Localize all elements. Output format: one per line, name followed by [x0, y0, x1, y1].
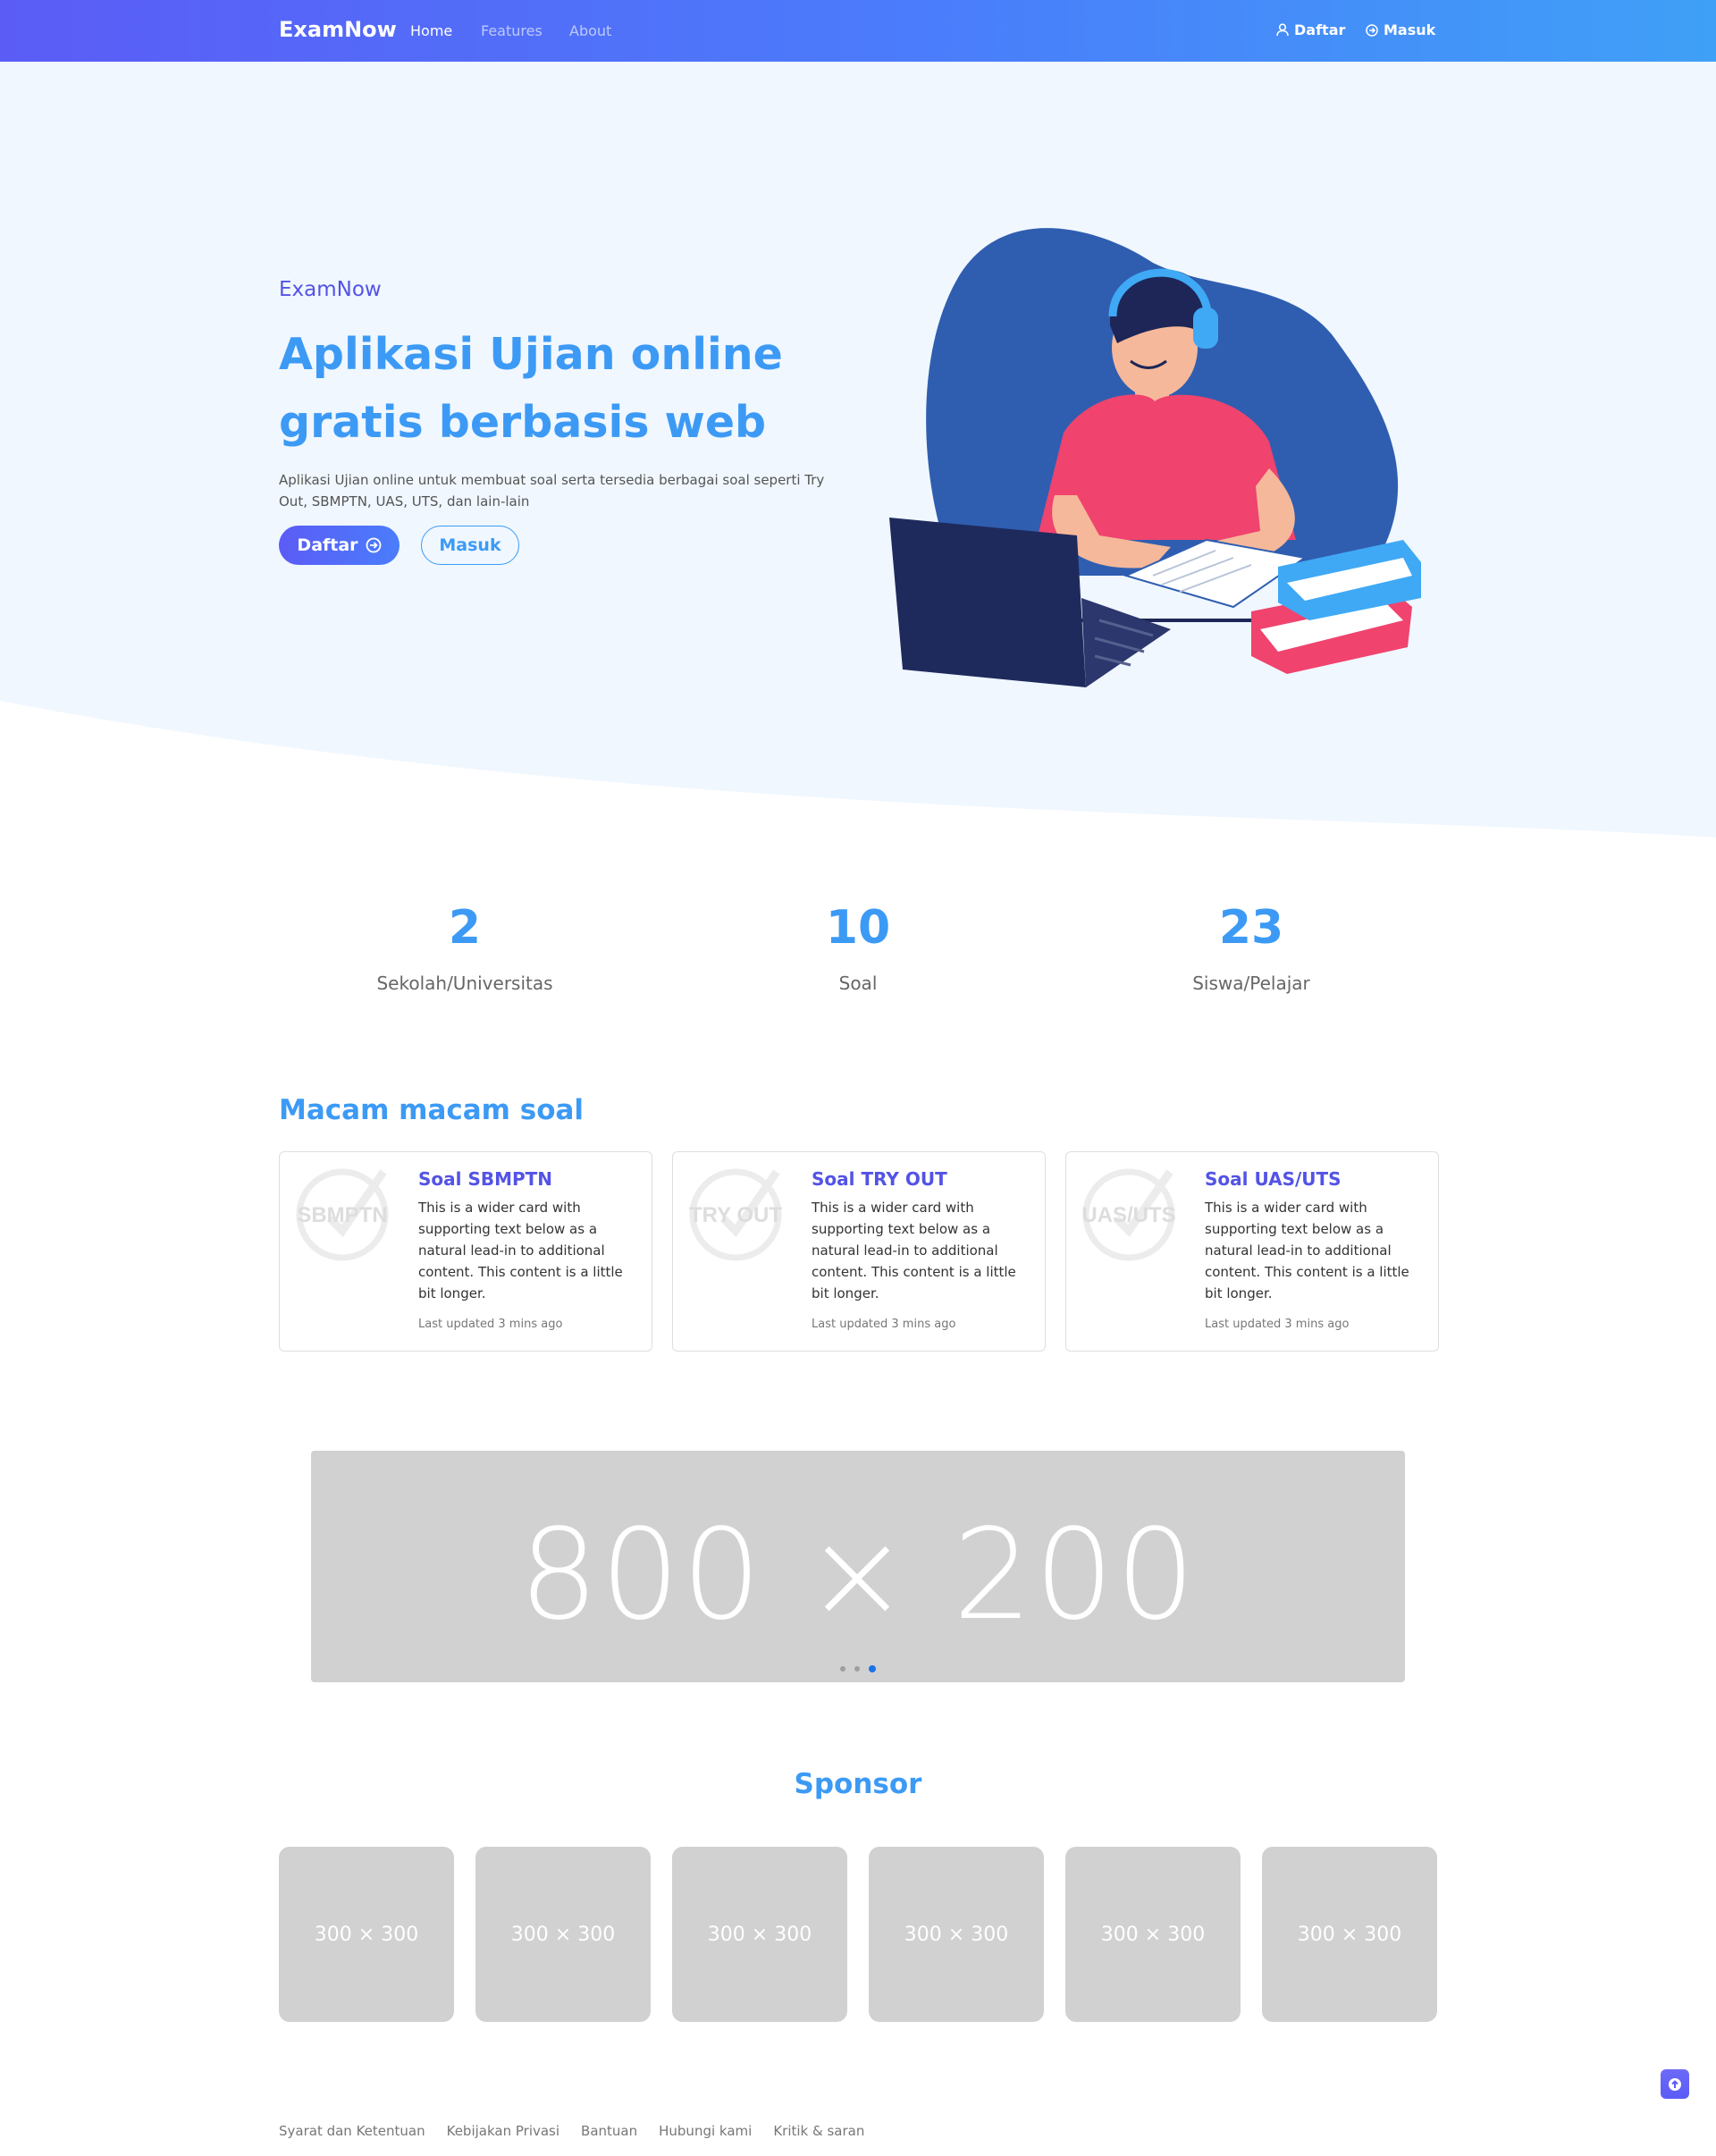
hero-section: ExamNow Aplikasi Ujian online gratis ber… — [0, 62, 1716, 848]
back-to-top-button[interactable] — [1661, 2069, 1689, 2099]
brand-logo[interactable]: ExamNow — [279, 17, 397, 42]
card-title[interactable]: Soal UAS/UTS — [1205, 1168, 1342, 1190]
sponsor-logo[interactable]: 300 × 300 — [672, 1847, 847, 2022]
card-text: This is a wider card with supporting tex… — [1205, 1200, 1409, 1301]
uas-uts-logo: UAS/UTS — [1081, 1168, 1176, 1261]
footer-links: Syarat dan Ketentuan Kebijakan Privasi B… — [279, 2123, 864, 2139]
tryout-logo-text: TRY OUT — [689, 1203, 782, 1227]
image-carousel[interactable]: 800 × 200 — [311, 1451, 1405, 1682]
navbar: ExamNow Home Features About Daftar Masuk — [0, 0, 1716, 62]
carousel-placeholder-text: 800 × 200 — [518, 1503, 1198, 1648]
soal-section-title: Macam macam soal — [279, 1094, 585, 1126]
hero-masuk-button[interactable]: Masuk — [421, 526, 519, 565]
stat-siswa: 23 Siswa/Pelajar — [1064, 901, 1439, 994]
nav-about[interactable]: About — [569, 22, 611, 39]
hero-title: Aplikasi Ujian online gratis berbasis we… — [279, 329, 783, 448]
card-soal-uas-uts[interactable]: UAS/UTS Soal UAS/UTS This is a wider car… — [1065, 1151, 1439, 1352]
card-meta: Last updated 3 mins ago — [1205, 1318, 1350, 1331]
nav-masuk-label: Masuk — [1384, 21, 1436, 38]
tryout-logo: TRY OUT — [689, 1168, 782, 1261]
stat-label: Siswa/Pelajar — [1192, 973, 1310, 994]
sponsor-logo[interactable]: 300 × 300 — [1065, 1847, 1241, 2022]
footer-link-terms[interactable]: Syarat dan Ketentuan — [279, 2123, 425, 2139]
stat-value: 10 — [825, 901, 891, 955]
stat-soal: 10 Soal — [670, 901, 1046, 994]
sponsor-logo[interactable]: 300 × 300 — [869, 1847, 1044, 2022]
hero-background — [0, 62, 1716, 838]
sbmptn-logo-text: SBMPTN — [297, 1203, 387, 1227]
nav-masuk[interactable]: Masuk — [1366, 21, 1435, 38]
card-meta: Last updated 3 mins ago — [812, 1318, 956, 1331]
card-meta: Last updated 3 mins ago — [418, 1318, 563, 1331]
carousel-indicator-3[interactable] — [869, 1665, 876, 1672]
card-text: This is a wider card with supporting tex… — [418, 1200, 623, 1301]
user-icon — [1276, 23, 1289, 37]
hero-kicker: ExamNow — [279, 278, 382, 301]
card-title[interactable]: Soal TRY OUT — [812, 1168, 947, 1190]
stat-value: 23 — [1218, 901, 1284, 955]
stat-sekolah: 2 Sekolah/Universitas — [277, 901, 652, 994]
card-text: This is a wider card with supporting tex… — [812, 1200, 1016, 1301]
stat-label: Soal — [838, 973, 878, 994]
login-circle-icon — [1366, 23, 1378, 37]
card-soal-tryout[interactable]: TRY OUT Soal TRY OUT This is a wider car… — [672, 1151, 1046, 1352]
carousel-indicators — [311, 1665, 1405, 1672]
stat-label: Sekolah/Universitas — [376, 973, 553, 994]
nav-home[interactable]: Home — [410, 22, 452, 39]
sponsor-logo[interactable]: 300 × 300 — [279, 1847, 454, 2022]
sponsor-logo[interactable]: 300 × 300 — [475, 1847, 651, 2022]
footer-link-contact[interactable]: Hubungi kami — [659, 2123, 752, 2139]
stat-value: 2 — [448, 901, 482, 955]
arrow-up-icon — [1669, 2077, 1681, 2091]
nav-daftar-label: Daftar — [1294, 21, 1346, 38]
card-soal-sbmptn[interactable]: SBMPTN Soal SBMPTN This is a wider card … — [279, 1151, 652, 1352]
footer-link-privacy[interactable]: Kebijakan Privasi — [447, 2123, 559, 2139]
nav-features[interactable]: Features — [481, 22, 543, 39]
sponsor-logo[interactable]: 300 × 300 — [1262, 1847, 1437, 2022]
sbmptn-logo: SBMPTN — [296, 1168, 389, 1261]
carousel-indicator-1[interactable] — [840, 1666, 845, 1672]
hero-daftar-button[interactable]: Daftar — [279, 526, 400, 565]
nav-daftar[interactable]: Daftar — [1276, 21, 1345, 38]
sponsor-title: Sponsor — [794, 1768, 922, 1800]
student-with-laptop-illustration — [889, 228, 1421, 687]
hero-daftar-label: Daftar — [297, 535, 358, 555]
arrow-circle-right-icon — [366, 537, 381, 553]
carousel-indicator-2[interactable] — [854, 1666, 860, 1672]
footer-link-help[interactable]: Bantuan — [581, 2123, 637, 2139]
uas-uts-logo-text: UAS/UTS — [1081, 1203, 1175, 1227]
footer-link-feedback[interactable]: Kritik & saran — [773, 2123, 864, 2139]
hero-description: Aplikasi Ujian online untuk membuat soal… — [279, 472, 825, 510]
card-title[interactable]: Soal SBMPTN — [418, 1168, 552, 1190]
